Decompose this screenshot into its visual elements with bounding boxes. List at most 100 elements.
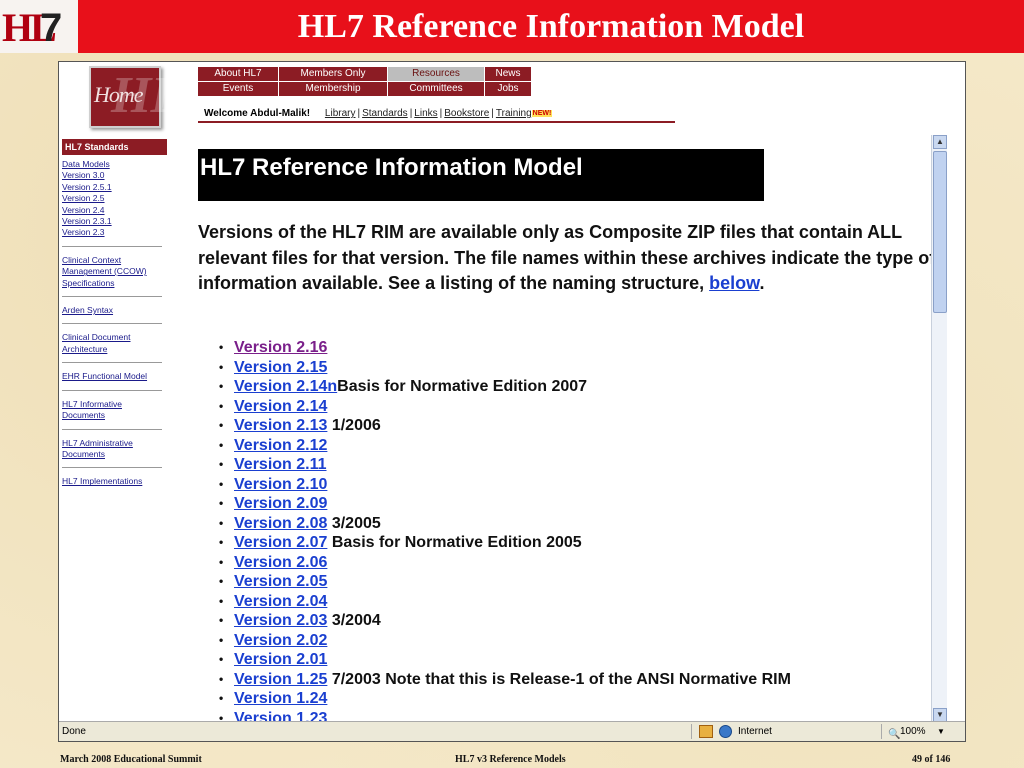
version-link[interactable]: Version 2.06 [234, 554, 327, 571]
bullet-icon: • [219, 593, 224, 608]
sidebar: HL7 Standards Data Models Version 3.0 Vers… [62, 139, 167, 488]
vertical-scrollbar[interactable]: ▲ ▼ [931, 135, 947, 722]
top-link-bookstore[interactable]: Bookstore [444, 108, 489, 119]
page-content: HL Home About HL7 Members Only Resources Ne… [59, 62, 947, 722]
sidebar-link[interactable]: Management (CCOW) [62, 266, 167, 277]
version-link[interactable]: Version 2.03 [234, 612, 327, 629]
version-link[interactable]: Version 2.01 [234, 651, 327, 668]
top-link-links[interactable]: Links [414, 108, 437, 119]
version-link[interactable]: Version 2.15 [234, 359, 327, 376]
intro-end: . [759, 273, 765, 293]
list-item: • Version 2.11 [219, 455, 919, 475]
sidebar-group: Clinical Document Architecture [62, 332, 167, 355]
nav-item-membership[interactable]: Membership [279, 82, 387, 96]
nav-item-news[interactable]: News [485, 67, 531, 81]
zoom-level[interactable]: 100% [900, 722, 926, 741]
nav-item-events[interactable]: Events [198, 82, 278, 96]
bullet-icon: • [219, 437, 224, 452]
bullet-icon: • [219, 574, 224, 588]
home-logo-label: Home [94, 82, 144, 107]
bullet-icon: • [219, 691, 224, 705]
sidebar-link[interactable]: Version 2.3 [62, 227, 167, 238]
version-link[interactable]: Version 2.16 [234, 339, 327, 356]
sidebar-group: Clinical Context Management (CCOW) Specifi… [62, 255, 167, 289]
sidebar-link[interactable]: Data Models [62, 159, 167, 170]
sidebar-link[interactable]: Version 3.0 [62, 170, 167, 181]
bullet-icon: • [219, 398, 224, 413]
version-link[interactable]: Version 2.05 [234, 573, 327, 590]
welcome-bar: Welcome Abdul-Malik! Library | Standards | L… [198, 107, 675, 123]
version-link[interactable]: Version 2.14 [234, 398, 327, 415]
intro-text: Versions of the HL7 RIM are available on… [198, 222, 936, 293]
sidebar-link[interactable]: Version 2.5.1 [62, 182, 167, 193]
bullet-icon: • [219, 457, 224, 471]
scroll-down-button[interactable]: ▼ [933, 708, 947, 722]
version-note: Basis for Normative Edition 2005 [327, 534, 582, 551]
bullet-icon: • [219, 710, 224, 723]
version-link[interactable]: Version 2.08 [234, 515, 327, 532]
list-item: • Version 2.01 [219, 650, 919, 670]
version-link[interactable]: Version 2.09 [234, 495, 327, 512]
version-note: 7/2003 Note that this is Release-1 of th… [327, 670, 791, 688]
version-link[interactable]: Version 2.14n [234, 378, 337, 395]
version-link[interactable]: Version 2.11 [234, 456, 327, 473]
version-link[interactable]: Version 2.07 [234, 534, 327, 551]
top-link-library[interactable]: Library [325, 108, 356, 119]
below-link[interactable]: below [709, 273, 759, 293]
list-item: • Version 2.13 1/2006 [219, 416, 919, 436]
nav-item-about-hl7[interactable]: About HL7 [198, 67, 278, 81]
version-note: Basis for Normative Edition 2007 [337, 378, 588, 395]
bullet-icon: • [219, 554, 224, 569]
bullet-icon: • [219, 359, 224, 374]
version-list: • Version 2.16 • Version 2.15 • Version 2.14n… [219, 338, 919, 722]
nav-item-members-only[interactable]: Members Only [279, 67, 387, 81]
version-link[interactable]: Version 2.04 [234, 593, 327, 610]
link-separator: | [357, 108, 361, 119]
scroll-up-button[interactable]: ▲ [933, 135, 947, 149]
sidebar-group: Arden Syntax [62, 305, 167, 316]
sidebar-link[interactable]: HL7 Administrative [62, 438, 167, 449]
zoom-dropdown-icon[interactable]: ▼ [937, 722, 945, 741]
sidebar-group: EHR Functional Model [62, 371, 167, 382]
nav-item-jobs[interactable]: Jobs [485, 82, 531, 96]
version-link[interactable]: Version 1.24 [234, 690, 327, 707]
sidebar-divider [62, 296, 162, 298]
top-nav: About HL7 Members Only Resources News Events… [198, 67, 531, 96]
version-link[interactable]: Version 2.13 [234, 417, 327, 434]
sidebar-link[interactable]: Specifications [62, 278, 167, 289]
version-link[interactable]: Version 2.12 [234, 437, 327, 454]
sidebar-link[interactable]: Version 2.3.1 [62, 216, 167, 227]
list-item: • Version 2.10 [219, 475, 919, 495]
sidebar-divider [62, 389, 162, 391]
nav-item-committees[interactable]: Committees [388, 82, 484, 96]
sidebar-link[interactable]: Arden Syntax [62, 305, 167, 316]
sidebar-link[interactable]: Documents [62, 449, 167, 460]
bullet-icon: • [219, 652, 224, 666]
sidebar-link[interactable]: Clinical Context [62, 255, 167, 266]
home-logo[interactable]: HL Home [89, 66, 182, 128]
bullet-icon: • [219, 632, 224, 647]
version-link[interactable]: Version 2.10 [234, 476, 327, 493]
version-link[interactable]: Version 2.02 [234, 632, 327, 649]
sidebar-link[interactable]: HL7 Implementations [62, 476, 167, 487]
version-link[interactable]: Version 1.25 [234, 671, 327, 688]
page-title: HL7 Reference Information Model [198, 149, 764, 201]
sidebar-link[interactable]: Architecture [62, 344, 167, 355]
bullet-icon: • [219, 613, 224, 627]
sidebar-link[interactable]: EHR Functional Model [62, 371, 167, 382]
list-item: • Version 2.03 3/2004 [219, 611, 919, 631]
sidebar-link[interactable]: Version 2.4 [62, 205, 167, 216]
list-item: • Version 1.25 7/2003 Note that this is R… [219, 670, 919, 690]
slide-header: HL 7 HL7 Reference Information Model [0, 0, 1024, 53]
top-link-standards[interactable]: Standards [362, 108, 408, 119]
sidebar-link[interactable]: HL7 Informative [62, 399, 167, 410]
nav-item-resources[interactable]: Resources [388, 67, 484, 81]
logo-seven: 7 [40, 6, 63, 50]
list-item: • Version 2.02 [219, 631, 919, 651]
scroll-thumb[interactable] [933, 151, 947, 313]
list-item: • Version 1.23 [219, 709, 919, 723]
sidebar-link[interactable]: Clinical Document [62, 332, 167, 343]
top-link-training[interactable]: Training [496, 108, 532, 119]
sidebar-link[interactable]: Version 2.5 [62, 193, 167, 204]
sidebar-link[interactable]: Documents [62, 410, 167, 421]
